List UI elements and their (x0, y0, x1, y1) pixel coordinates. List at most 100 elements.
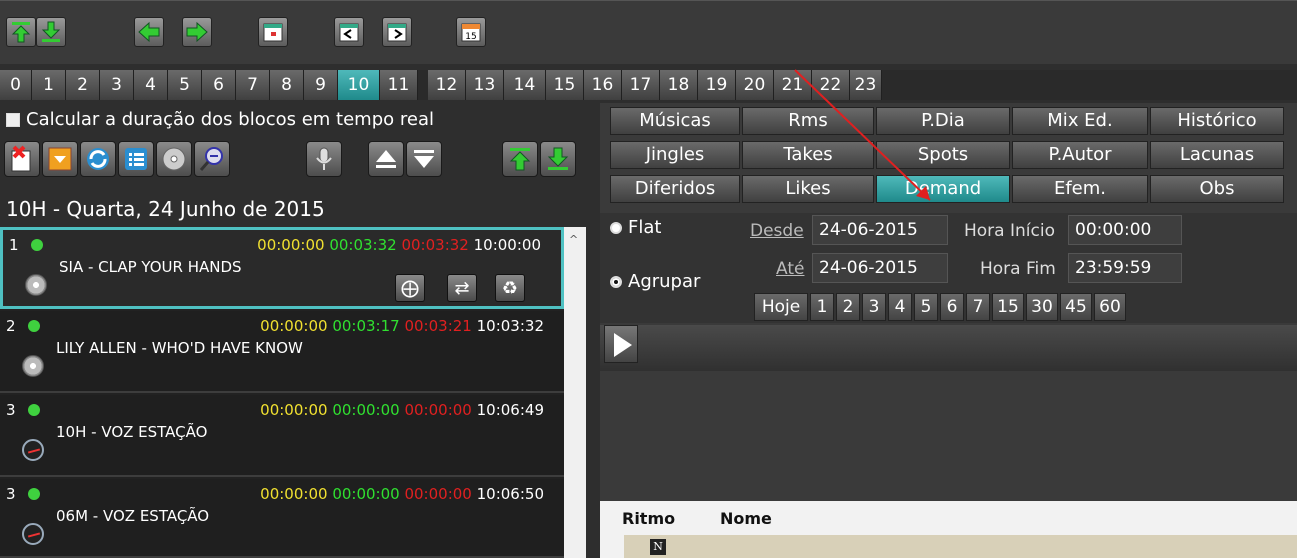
quick-range-3[interactable]: 3 (862, 293, 886, 321)
list-item[interactable]: 3 00:00:00 00:00:00 00:00:00 10:06:50 06M … (0, 479, 564, 558)
desde-field[interactable]: 24-06-2015 (812, 215, 948, 245)
tab-mix-ed-[interactable]: Mix Ed. (1012, 107, 1148, 135)
hour-tab-12[interactable]: 12 (428, 70, 466, 100)
list-item[interactable]: 1 00:00:00 00:03:32 00:03:32 10:00:00 SIA … (0, 227, 564, 309)
hour-tab-9[interactable]: 9 (304, 70, 338, 100)
quick-range-7[interactable]: 7 (966, 293, 990, 321)
scroll-up-icon[interactable]: ^ (569, 233, 578, 246)
refresh-icon[interactable] (80, 141, 116, 177)
quick-range-1[interactable]: 1 (810, 293, 834, 321)
grid-header-nome[interactable]: Nome (720, 509, 772, 528)
swap-icon[interactable]: ⇄ (447, 274, 477, 302)
flat-radio-dot[interactable] (610, 221, 622, 234)
move-top-icon[interactable] (502, 141, 538, 177)
cd-icon[interactable] (156, 141, 192, 177)
hour-tab-15[interactable]: 15 (546, 70, 584, 100)
hour-tab-4[interactable]: 4 (134, 70, 168, 100)
tab-efem-[interactable]: Efem. (1012, 175, 1148, 203)
eject-down-icon[interactable] (406, 141, 442, 177)
hour-tab-6[interactable]: 6 (202, 70, 236, 100)
move-bottom-icon[interactable] (540, 141, 576, 177)
delete-icon[interactable] (4, 141, 40, 177)
quick-range-45[interactable]: 45 (1060, 293, 1092, 321)
hour-tab-7[interactable]: 7 (236, 70, 270, 100)
grid-row[interactable]: N (624, 535, 1297, 558)
arrow-right-icon[interactable] (182, 17, 212, 47)
grid-header-ritmo[interactable]: Ritmo (622, 509, 675, 528)
quick-range-2[interactable]: 2 (836, 293, 860, 321)
hour-tab-20[interactable]: 20 (736, 70, 774, 100)
add-icon[interactable]: ⨁ (395, 274, 425, 302)
eject-up-icon[interactable] (368, 141, 404, 177)
list-item[interactable]: 2 00:00:00 00:03:17 00:03:21 10:03:32 LILY… (0, 311, 564, 393)
search-icon[interactable] (194, 141, 230, 177)
calendar-15-icon[interactable]: 15 (456, 17, 486, 47)
status-dot-icon (28, 488, 40, 500)
move-bottom-icon[interactable] (36, 17, 66, 47)
tab-hist-rico[interactable]: Histórico (1150, 107, 1284, 135)
quick-range-6[interactable]: 6 (940, 293, 964, 321)
play-icon[interactable] (604, 325, 638, 363)
list-icon[interactable] (118, 141, 154, 177)
hora-fim-field[interactable]: 23:59:59 (1068, 253, 1182, 283)
list-item[interactable]: 3 00:00:00 00:00:00 00:00:00 10:06:49 10H … (0, 395, 564, 477)
hour-tab-2[interactable]: 2 (66, 70, 100, 100)
hour-tab-17[interactable]: 17 (622, 70, 660, 100)
status-dot-icon (31, 239, 43, 251)
quick-range-hoje[interactable]: Hoje (754, 293, 808, 321)
quick-range-60[interactable]: 60 (1094, 293, 1126, 321)
hour-tab-10[interactable]: 10 (338, 70, 380, 100)
hour-tab-13[interactable]: 13 (466, 70, 504, 100)
flat-radio[interactable]: Flat (610, 217, 661, 238)
microphone-icon[interactable] (306, 141, 342, 177)
hour-tab-11[interactable]: 11 (380, 70, 418, 100)
ate-field[interactable]: 24-06-2015 (812, 253, 948, 283)
desde-label[interactable]: Desde (750, 221, 804, 241)
group-radio[interactable]: Agrupar (610, 271, 700, 292)
hour-tab-8[interactable]: 8 (270, 70, 304, 100)
next-day-icon[interactable] (382, 17, 412, 47)
hour-tab-22[interactable]: 22 (812, 70, 850, 100)
time-duration: 00:03:17 (332, 317, 400, 335)
quick-range-5[interactable]: 5 (914, 293, 938, 321)
hour-tab-3[interactable]: 3 (100, 70, 134, 100)
hour-tab-16[interactable]: 16 (584, 70, 622, 100)
right-panel: Músicas Rms P.Dia Mix Ed. Histórico Jingles Ta… (600, 103, 1297, 558)
tab-p-autor[interactable]: P.Autor (1012, 141, 1148, 169)
hour-tab-0[interactable]: 0 (0, 70, 32, 100)
hour-tab-21[interactable]: 21 (774, 70, 812, 100)
tab-p-dia[interactable]: P.Dia (876, 107, 1010, 135)
hour-tab-18[interactable]: 18 (660, 70, 698, 100)
realtime-checkbox-row[interactable]: Calcular a duração dos blocos em tempo r… (6, 109, 434, 130)
scrollbar[interactable]: ^ (564, 227, 586, 558)
prev-day-icon[interactable] (334, 17, 364, 47)
item-title: SIA - CLAP YOUR HANDS (59, 258, 242, 276)
trash-icon[interactable]: ♻ (495, 274, 525, 302)
group-radio-dot[interactable] (610, 275, 622, 288)
hour-tab-19[interactable]: 19 (698, 70, 736, 100)
quick-range-15[interactable]: 15 (992, 293, 1024, 321)
move-top-icon[interactable] (6, 17, 36, 47)
tab-lacunas[interactable]: Lacunas (1150, 141, 1284, 169)
tab-jingles[interactable]: Jingles (610, 141, 740, 169)
hour-tab-1[interactable]: 1 (32, 70, 66, 100)
ate-label[interactable]: Até (776, 259, 804, 279)
tab-rms[interactable]: Rms (742, 107, 874, 135)
realtime-checkbox[interactable] (6, 112, 20, 127)
arrow-left-icon[interactable] (134, 17, 164, 47)
hour-tab-14[interactable]: 14 (504, 70, 546, 100)
tab-m-sicas[interactable]: Músicas (610, 107, 740, 135)
tab-demand[interactable]: Demand (876, 175, 1010, 203)
tab-takes[interactable]: Takes (742, 141, 874, 169)
hour-tab-23[interactable]: 23 (850, 70, 882, 100)
tab-spots[interactable]: Spots (876, 141, 1010, 169)
hour-tab-5[interactable]: 5 (168, 70, 202, 100)
tab-obs[interactable]: Obs (1150, 175, 1284, 203)
tab-diferidos[interactable]: Diferidos (610, 175, 740, 203)
tab-likes[interactable]: Likes (742, 175, 874, 203)
calendar-icon[interactable] (258, 17, 288, 47)
quick-range-4[interactable]: 4 (888, 293, 912, 321)
dropdown-icon[interactable] (42, 141, 78, 177)
hora-inicio-field[interactable]: 00:00:00 (1068, 215, 1182, 245)
quick-range-30[interactable]: 30 (1026, 293, 1058, 321)
